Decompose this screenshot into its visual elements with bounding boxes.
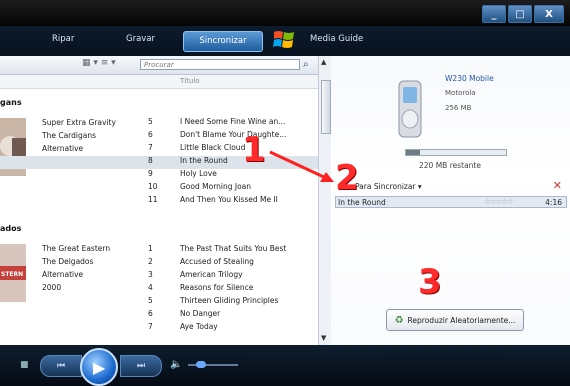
minimize-button[interactable]: _ xyxy=(482,5,506,23)
search-input[interactable]: Procurar xyxy=(140,59,300,70)
search-icon[interactable]: ⌕ xyxy=(303,59,309,70)
column-header: Título xyxy=(0,75,318,89)
annotation-number-2: 2 xyxy=(335,158,359,198)
playback-controls: ■ ⏮ ▶ ⏭ 🔈 xyxy=(0,345,570,386)
track-title: The Past That Suits You Best xyxy=(180,244,287,253)
window-controls: _ □ X xyxy=(482,5,564,23)
track-row[interactable]: 3 American Trilogy xyxy=(0,270,318,283)
annotation-arrow-icon xyxy=(269,150,334,182)
shuffle-icon: ♻ xyxy=(394,314,404,326)
scroll-up-icon[interactable]: ▲ xyxy=(321,58,326,66)
device-name: W230 Mobile xyxy=(445,74,494,83)
track-number: 1 xyxy=(148,244,153,253)
sync-list-header[interactable]: Para Sincronizar ▾ ✕ xyxy=(331,179,570,193)
device-phone-icon xyxy=(398,80,422,138)
next-icon: ⏭ xyxy=(136,361,146,371)
track-title: Aye Today xyxy=(180,322,218,331)
track-row[interactable]: 2 Accused of Stealing xyxy=(0,257,318,270)
stop-icon[interactable]: ■ xyxy=(20,360,29,370)
track-title: Holy Love xyxy=(180,169,217,178)
shuffle-list-button[interactable]: ♻ Reproduzir Aleatoriamente... xyxy=(386,309,524,331)
play-button[interactable]: ▶ xyxy=(80,348,118,386)
track-row[interactable]: 11 And Then You Kissed Me II xyxy=(0,195,318,208)
track-title: In the Round xyxy=(180,156,228,165)
track-number: 7 xyxy=(148,322,153,331)
track-row[interactable]: 5 Thirteen Gliding Principles xyxy=(0,296,318,309)
track-row[interactable]: 7 Aye Today xyxy=(0,322,318,335)
track-row[interactable]: 5 I Need Some Fine Wine an... xyxy=(0,117,318,130)
track-title: Reasons for Silence xyxy=(180,283,254,292)
track-number: 6 xyxy=(148,309,153,318)
track-number: 5 xyxy=(148,117,153,126)
sync-list-item[interactable]: In the Round ☆☆☆☆☆ 4:16 xyxy=(335,196,567,208)
volume-knob[interactable] xyxy=(196,361,206,368)
title-column-header[interactable]: Título xyxy=(180,77,200,85)
windows-logo-icon xyxy=(273,31,294,48)
sync-item-title: In the Round xyxy=(338,198,386,207)
track-title: I Need Some Fine Wine an... xyxy=(180,117,286,126)
track-title: Accused of Stealing xyxy=(180,257,254,266)
track-row[interactable]: 1 The Past That Suits You Best xyxy=(0,244,318,257)
next-button[interactable]: ⏭ xyxy=(120,355,162,377)
track-row[interactable]: 6 Don't Blame Your Daughte... xyxy=(0,130,318,143)
track-number: 6 xyxy=(148,130,153,139)
track-title: American Trilogy xyxy=(180,270,243,279)
track-number: 2 xyxy=(148,257,153,266)
tab-media-guide[interactable]: Media Guide xyxy=(310,34,363,44)
volume-icon[interactable]: 🔈 xyxy=(170,359,182,370)
track-title: No Danger xyxy=(180,309,221,318)
sync-list-label: Para Sincronizar xyxy=(355,182,416,191)
sync-list-dropdown[interactable]: Para Sincronizar ▾ xyxy=(355,182,422,191)
tab-sincronizar[interactable]: Sincronizar xyxy=(183,31,263,52)
track-number: 7 xyxy=(148,143,153,152)
track-title: Thirteen Gliding Principles xyxy=(180,296,279,305)
track-number: 4 xyxy=(148,283,153,292)
title-bar: _ □ X xyxy=(0,0,570,26)
sync-pane: W230 Mobile Motorola 256 MB 220 MB resta… xyxy=(331,56,570,345)
library-scrollbar[interactable]: ▲ ▼ xyxy=(318,56,332,345)
annotation-number-1: 1 xyxy=(242,130,266,170)
device-manufacturer: Motorola xyxy=(445,89,476,97)
track-title: Good Morning Joan xyxy=(180,182,252,191)
storage-used-fill xyxy=(406,150,420,155)
close-button[interactable]: X xyxy=(534,5,564,23)
library-pane: ▦ ▾ ≡ ▾ Procurar ⌕ Título gans Super Ext… xyxy=(0,56,318,345)
track-number: 3 xyxy=(148,270,153,279)
view-options-icon[interactable]: ▦ ▾ ≡ ▾ xyxy=(82,58,116,68)
album-heading: gans xyxy=(0,98,22,107)
tab-bar: Ripar Gravar Sincronizar Media Guide xyxy=(0,26,570,56)
library-toolbar: ▦ ▾ ≡ ▾ Procurar ⌕ xyxy=(0,56,318,75)
track-row[interactable]: 4 Reasons for Silence xyxy=(0,283,318,296)
track-number: 5 xyxy=(148,296,153,305)
storage-remaining: 220 MB restante xyxy=(419,161,481,170)
track-number: 10 xyxy=(148,182,158,191)
previous-icon: ⏮ xyxy=(56,361,66,371)
device-capacity: 256 MB xyxy=(445,104,472,112)
scroll-down-icon[interactable]: ▼ xyxy=(321,334,326,342)
tab-ripar[interactable]: Ripar xyxy=(52,34,74,44)
tab-gravar[interactable]: Gravar xyxy=(126,34,155,44)
track-title: And Then You Kissed Me II xyxy=(180,195,278,204)
track-row[interactable]: 6 No Danger xyxy=(0,309,318,322)
album-heading: ados xyxy=(0,224,22,233)
track-number: 8 xyxy=(148,156,153,165)
sync-item-duration: 4:16 xyxy=(545,198,562,207)
annotation-number-3: 3 xyxy=(418,262,442,302)
storage-bar xyxy=(405,149,507,156)
track-title: Little Black Cloud xyxy=(180,143,246,152)
play-icon: ▶ xyxy=(92,357,106,377)
track-number: 11 xyxy=(148,195,158,204)
track-number: 9 xyxy=(148,169,153,178)
rating-stars-icon[interactable]: ☆☆☆☆☆ xyxy=(484,197,514,206)
track-title: Don't Blame Your Daughte... xyxy=(180,130,287,139)
clear-list-icon[interactable]: ✕ xyxy=(553,179,562,192)
shuffle-label: Reproduzir Aleatoriamente... xyxy=(407,315,516,325)
maximize-button[interactable]: □ xyxy=(508,5,532,23)
previous-button[interactable]: ⏮ xyxy=(40,355,82,377)
scroll-thumb[interactable] xyxy=(321,80,331,134)
